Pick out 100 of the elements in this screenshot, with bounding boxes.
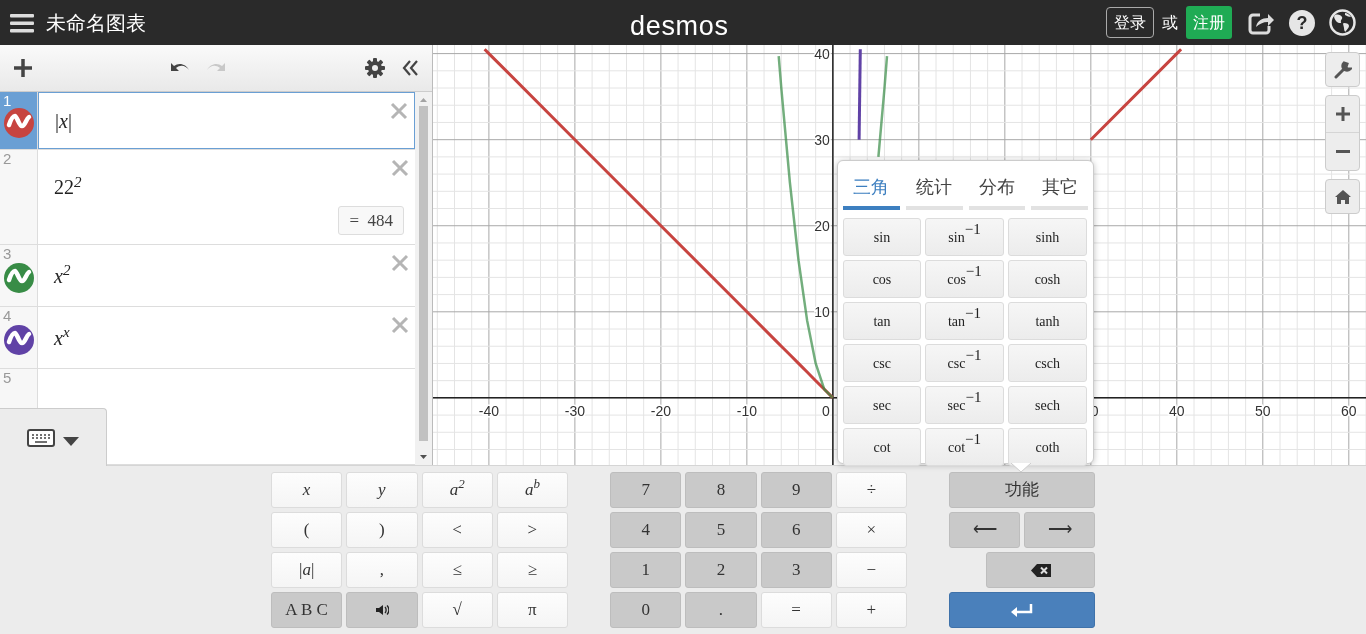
keypad-key[interactable]: ×	[835, 512, 907, 548]
keypad-key[interactable]: 9	[760, 472, 832, 508]
function-key[interactable]: sinh	[1008, 218, 1087, 256]
curve-icon[interactable]	[4, 324, 34, 355]
tick-label: 30	[814, 131, 830, 148]
expression-input[interactable]: x$^{2}$	[38, 245, 415, 306]
keypad-key[interactable]: √	[421, 592, 493, 628]
tick-label: 50	[1255, 402, 1271, 419]
menu-icon[interactable]	[10, 12, 34, 33]
math-expression: x$^{x}$	[54, 323, 70, 351]
math-expression: |x|	[55, 108, 72, 135]
function-key[interactable]: coth	[1008, 428, 1087, 466]
keypad-key[interactable]: (	[271, 512, 343, 548]
wrench-icon	[1333, 60, 1352, 79]
function-key[interactable]: tanh	[1008, 302, 1087, 340]
keypad-key[interactable]: ÷	[835, 472, 907, 508]
minus-icon	[1335, 150, 1350, 153]
keypad-key[interactable]: =	[760, 592, 832, 628]
keypad-key[interactable]: 8	[685, 472, 757, 508]
keypad-key[interactable]: |a|	[271, 552, 343, 588]
keypad-key[interactable]: π	[496, 592, 568, 628]
curve-icon[interactable]	[4, 107, 34, 138]
login-button[interactable]: 登录	[1106, 7, 1154, 38]
keypad-key[interactable]: 4	[610, 512, 682, 548]
result-value: = 484	[338, 206, 404, 235]
tick-label: 20	[814, 217, 830, 234]
graph-title[interactable]: 未命名图表	[46, 7, 146, 38]
keyboard-icon	[27, 428, 55, 447]
keyboard-toggle[interactable]	[0, 408, 107, 466]
keypad-key[interactable]: +	[835, 592, 907, 628]
expression-input[interactable]: 22$^{2}$ = 484	[38, 150, 415, 244]
keypad-key[interactable]: 7	[610, 472, 682, 508]
scrollbar[interactable]	[415, 92, 432, 465]
add-icon[interactable]	[13, 58, 33, 78]
or-label: 或	[1162, 11, 1178, 34]
keypad-key[interactable]: y	[346, 472, 418, 508]
math-expression: 22$^{2}$	[54, 172, 82, 200]
keypad-key[interactable]: 3	[760, 552, 832, 588]
function-key[interactable]: sec	[843, 386, 921, 424]
keypad-key[interactable]: a$^{2}$	[421, 472, 493, 508]
function-key[interactable]: csch	[1008, 344, 1087, 382]
enter-icon	[1010, 603, 1034, 617]
keypad-key[interactable]: <	[421, 512, 493, 548]
curve-icon[interactable]	[4, 262, 34, 293]
function-key[interactable]: sech	[1008, 386, 1087, 424]
functions-tab[interactable]: 三角	[843, 173, 900, 210]
tick-label: 40	[1169, 402, 1185, 419]
expression-input[interactable]: x$^{x}$	[38, 307, 415, 368]
backspace-key[interactable]	[986, 552, 1095, 588]
keypad-key[interactable]: 5	[685, 512, 757, 548]
line-number: 5	[3, 370, 12, 385]
keypad-key[interactable]: 功能	[949, 472, 1095, 508]
home-button[interactable]	[1325, 179, 1360, 214]
function-key[interactable]: tan	[843, 302, 921, 340]
expression-input[interactable]: |x|	[38, 92, 415, 149]
math-expression: x$^{2}$	[54, 261, 71, 289]
home-icon	[1334, 189, 1351, 204]
help-button[interactable]: ?	[1289, 9, 1315, 36]
backspace-icon	[1030, 563, 1051, 577]
tick-label: 10	[814, 303, 830, 320]
keypad-key[interactable]: ⟵	[949, 512, 1020, 548]
tick-label: -10	[736, 402, 757, 419]
globe-icon[interactable]	[1329, 9, 1356, 36]
tick-label: 0	[822, 402, 830, 419]
function-key[interactable]: cos	[843, 260, 921, 298]
tick-label: -20	[650, 402, 671, 419]
collapse-icon[interactable]	[401, 59, 419, 77]
audio-key[interactable]	[346, 592, 418, 628]
functions-tab[interactable]: 分布	[968, 173, 1026, 210]
functions-tab[interactable]: 统计	[905, 173, 963, 210]
keypad-key[interactable]: ⟶	[1024, 512, 1095, 548]
keypad-key[interactable]: )	[346, 512, 418, 548]
tick-label: -40	[478, 402, 499, 419]
keypad-key[interactable]: 0	[610, 592, 682, 628]
keypad-key[interactable]: A B C	[271, 592, 343, 628]
wrench-button[interactable]	[1325, 52, 1360, 87]
keypad-key[interactable]: ≥	[496, 552, 568, 588]
plus-icon	[1334, 106, 1351, 122]
keypad-key[interactable]: >	[496, 512, 568, 548]
keypad-key[interactable]: .	[685, 592, 757, 628]
keypad-key[interactable]: 1	[610, 552, 682, 588]
tick-label: 40	[814, 45, 830, 62]
function-key[interactable]: csc	[843, 344, 921, 382]
keypad-key[interactable]: 6	[760, 512, 832, 548]
keypad-key[interactable]: ≤	[421, 552, 493, 588]
functions-tab[interactable]: 其它	[1031, 173, 1088, 210]
speaker-icon	[374, 604, 389, 616]
function-key[interactable]: cosh	[1008, 260, 1087, 298]
keypad-key[interactable]: a$^{b}$	[496, 472, 568, 508]
keypad-key[interactable]: ,	[346, 552, 418, 588]
keypad-key[interactable]: x	[271, 472, 343, 508]
line-number: 4	[3, 308, 12, 323]
keypad-key[interactable]: 2	[685, 552, 757, 588]
keypad-key[interactable]: −	[835, 552, 907, 588]
settings-icon[interactable]	[365, 58, 385, 78]
function-key[interactable]: cot	[843, 428, 921, 466]
tick-label: -30	[564, 402, 585, 419]
line-number: 2	[3, 151, 12, 166]
logo: desmos	[630, 10, 729, 43]
function-key[interactable]: sin	[843, 218, 921, 256]
